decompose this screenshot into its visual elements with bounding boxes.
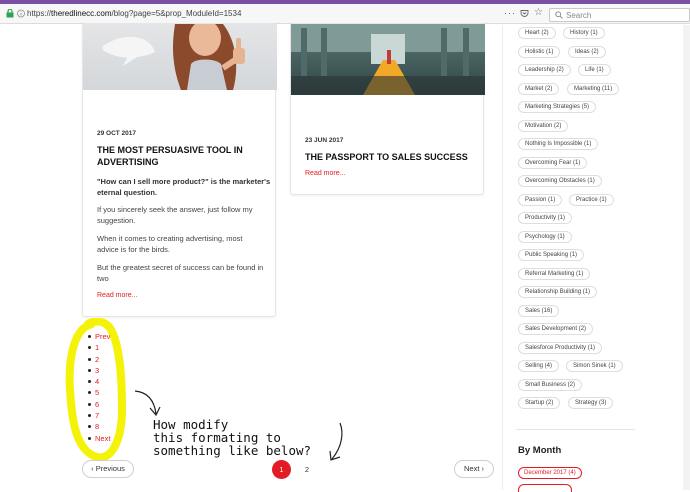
chevron-right-icon: › bbox=[481, 464, 485, 473]
tag-link[interactable]: Motivation (2) bbox=[518, 120, 569, 132]
post-card: 23 JUN 2017 THE PASSPORT TO SALES SUCCES… bbox=[290, 23, 485, 195]
url-host: theredlinecc.com bbox=[51, 9, 112, 18]
post-excerpt: If you sincerely seek the answer, just f… bbox=[97, 205, 253, 214]
pager-list-item[interactable]: 7 bbox=[88, 411, 110, 422]
blog-content: 29 OCT 2017 THE MOST PERSUASIVE TOOL IN … bbox=[0, 23, 502, 490]
sidebar-divider bbox=[516, 429, 635, 430]
tag-link[interactable]: Productivity (1) bbox=[518, 212, 573, 224]
post-date: 23 JUN 2017 bbox=[305, 137, 344, 144]
search-input[interactable]: Search bbox=[549, 8, 690, 22]
tag-link[interactable]: Life (1) bbox=[578, 64, 611, 76]
post-image-woman-thumbs-up bbox=[83, 24, 277, 90]
by-month-heading: By Month bbox=[518, 445, 562, 456]
next-label: Next bbox=[463, 464, 480, 473]
tag-link[interactable]: Nothing Is Impossible (1) bbox=[518, 138, 599, 150]
post-lead: eternal question. bbox=[97, 188, 158, 197]
post-card: 29 OCT 2017 THE MOST PERSUASIVE TOOL IN … bbox=[82, 23, 277, 317]
pager-list-item[interactable]: 2 bbox=[88, 355, 110, 366]
chevron-left-icon: ‹ bbox=[91, 464, 94, 473]
tag-link[interactable]: Sales (16) bbox=[518, 305, 560, 317]
annotation-arrow-icon bbox=[134, 390, 161, 417]
read-more-link[interactable]: Read more... bbox=[305, 170, 345, 177]
tag-link[interactable]: Heart (2) bbox=[518, 27, 556, 39]
tag-link[interactable]: Marketing (11) bbox=[567, 83, 620, 95]
unstyled-pager-list: Prev 1 2 3 4 5 6 7 8 Next bbox=[88, 332, 110, 445]
url-path: /blog?page=5&prop_ModuleId=1534 bbox=[111, 9, 242, 18]
post-title[interactable]: THE PASSPORT TO SALES SUCCESS bbox=[305, 151, 468, 163]
tag-link[interactable]: Startup (2) bbox=[518, 397, 561, 409]
post-excerpt: suggestion. bbox=[97, 216, 136, 225]
tag-link[interactable]: Simon Sinek (1) bbox=[566, 360, 623, 372]
tag-link[interactable]: Small Business (2) bbox=[518, 379, 583, 391]
post-title-line[interactable]: ADVERTISING bbox=[97, 156, 159, 168]
tag-link[interactable]: Referral Marketing (1) bbox=[518, 268, 591, 280]
url-scheme: https:// bbox=[27, 9, 52, 18]
annotation-arrow-down-icon bbox=[329, 422, 343, 461]
tag-link[interactable]: Relationship Building (1) bbox=[518, 286, 598, 298]
month-archive-link[interactable]: December 2017 (4) bbox=[518, 467, 582, 479]
post-image-airport-corridor bbox=[291, 24, 485, 95]
address-bar[interactable]: https://theredlinecc.com/blog?page=5&pro… bbox=[0, 4, 690, 24]
post-excerpt: But the greatest secret of success can b… bbox=[97, 263, 264, 272]
tag-link[interactable]: Leadership (2) bbox=[518, 64, 571, 76]
tag-link[interactable]: Psychology (1) bbox=[518, 231, 572, 243]
pager-list-item[interactable]: 6 bbox=[88, 400, 110, 411]
previous-label: Previous bbox=[95, 464, 125, 473]
pager-list-item-next[interactable]: Next bbox=[88, 434, 110, 445]
tag-link[interactable]: Holistic (1) bbox=[518, 46, 561, 58]
post-excerpt: When it comes to creating advertising, m… bbox=[97, 234, 243, 243]
pager-list-item[interactable]: 3 bbox=[88, 366, 110, 377]
page-actions-icon[interactable]: ··· bbox=[504, 8, 516, 18]
search-placeholder: Search bbox=[566, 11, 592, 20]
pager-list-item-prev[interactable]: Prev bbox=[88, 332, 110, 343]
search-icon bbox=[555, 11, 563, 19]
post-excerpt: advice is for the birds. bbox=[97, 245, 170, 254]
tag-link[interactable]: Selling (4) bbox=[518, 360, 560, 372]
post-lead: "How can I sell more product?" is the ma… bbox=[97, 177, 271, 186]
pager-list-item[interactable]: 1 bbox=[88, 343, 110, 354]
tag-link[interactable]: Market (2) bbox=[518, 83, 560, 95]
tag-link[interactable]: Salesforce Productivity (1) bbox=[518, 342, 603, 354]
pocket-icon[interactable] bbox=[520, 9, 529, 18]
tag-link[interactable]: Overcoming Obstacles (1) bbox=[518, 175, 602, 187]
tag-link[interactable]: Practice (1) bbox=[569, 194, 614, 206]
pager-list-item[interactable]: 8 bbox=[88, 422, 110, 433]
page-1-button[interactable]: 1 bbox=[272, 460, 291, 479]
page-scrollbar[interactable] bbox=[683, 25, 690, 490]
tag-link[interactable]: Marketing Strategies (5) bbox=[518, 101, 597, 113]
tag-link[interactable]: Public Speaking (1) bbox=[518, 249, 585, 261]
tag-link[interactable]: Passion (1) bbox=[518, 194, 563, 206]
handwritten-annotation: How modify this formating to something lik… bbox=[153, 418, 311, 457]
month-archive-link-partial[interactable] bbox=[518, 484, 572, 492]
next-page-button[interactable]: Next › bbox=[454, 460, 494, 478]
tag-link[interactable]: History (1) bbox=[563, 27, 605, 39]
pager-list-item[interactable]: 5 bbox=[88, 388, 110, 399]
previous-page-button[interactable]: ‹ Previous bbox=[82, 460, 134, 478]
post-excerpt: two bbox=[97, 274, 109, 283]
read-more-link[interactable]: Read more... bbox=[97, 292, 137, 299]
tag-link[interactable]: Overcoming Fear (1) bbox=[518, 157, 588, 169]
bookmark-star-icon[interactable]: ☆ bbox=[534, 7, 543, 18]
post-date: 29 OCT 2017 bbox=[97, 130, 137, 137]
post-title-line[interactable]: THE MOST PERSUASIVE TOOL IN bbox=[97, 144, 243, 156]
pager-list-item[interactable]: 4 bbox=[88, 377, 110, 388]
tag-link[interactable]: Strategy (3) bbox=[568, 397, 614, 409]
annotation-line: something like below? bbox=[153, 443, 312, 458]
url-text[interactable]: https://theredlinecc.com/blog?page=5&pro… bbox=[27, 9, 241, 18]
tag-link[interactable]: Sales Development (2) bbox=[518, 323, 594, 335]
site-info-icon[interactable] bbox=[17, 9, 25, 18]
page-2-button[interactable]: 2 bbox=[301, 460, 313, 479]
tag-link[interactable]: Ideas (2) bbox=[568, 46, 606, 58]
lock-icon bbox=[6, 9, 14, 18]
